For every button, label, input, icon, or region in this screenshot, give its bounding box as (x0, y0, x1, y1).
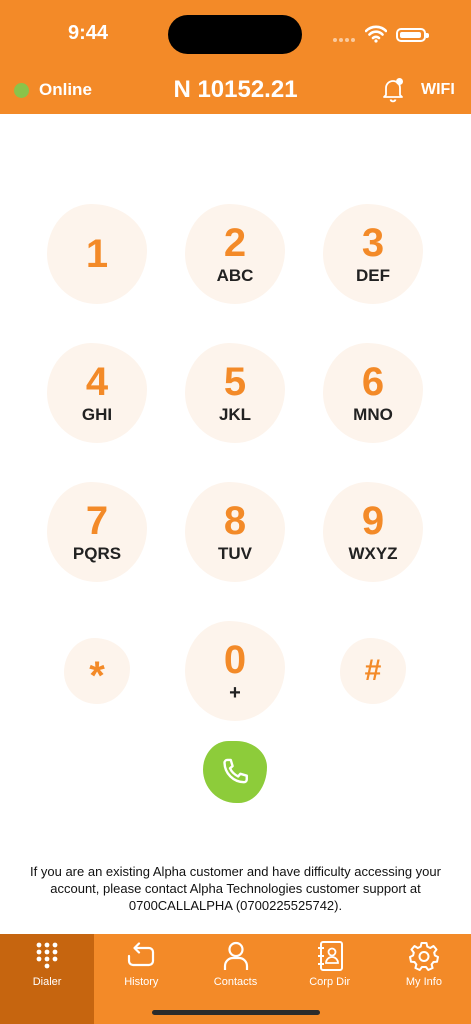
key-digit: 6 (361, 360, 385, 404)
history-icon (128, 942, 155, 967)
key-letters: PQRS (72, 544, 122, 563)
tab-label: History (124, 976, 159, 988)
key-digit: 3 (361, 221, 385, 265)
key-letters: DEF (356, 266, 390, 285)
key-digit: # (364, 654, 382, 687)
key-digit: * (89, 654, 105, 698)
directory-icon (317, 941, 343, 971)
signal-icon (333, 38, 355, 42)
key-digit: 1 (85, 232, 109, 276)
key-letters: ABC (216, 266, 254, 285)
key-digit: 0 (223, 638, 247, 682)
person-icon (223, 941, 248, 970)
dynamic-island (168, 15, 302, 54)
status-time: 9:44 (68, 22, 109, 44)
key-digit: 5 (223, 360, 247, 404)
dialpad-icon (36, 942, 58, 969)
key-1[interactable]: 1 (47, 204, 147, 304)
tab-label: My Info (405, 976, 442, 988)
key-digit: 7 (85, 499, 109, 543)
gear-icon (408, 942, 439, 971)
key-digit: 2 (223, 221, 247, 265)
header: 9:44 Online N 10152.21 WIFI (0, 0, 471, 114)
tab-label: Corp Dir (309, 976, 351, 988)
key-letters: GHI (81, 405, 113, 424)
key-letters: TUV (218, 544, 252, 563)
key-9[interactable]: 9 WXYZ (323, 482, 423, 582)
key-8[interactable]: 8 TUV (185, 482, 285, 582)
network-label: WIFI (421, 81, 455, 98)
wifi-status-icon (365, 25, 387, 43)
key-2[interactable]: 2 ABC (185, 204, 285, 304)
call-button[interactable] (203, 741, 267, 803)
phone-icon (223, 758, 248, 784)
key-letters: WXYZ (348, 544, 398, 563)
key-6[interactable]: 6 MNO (323, 343, 423, 443)
key-3[interactable]: 3 DEF (323, 204, 423, 304)
key-hash[interactable]: # (340, 638, 406, 704)
tab-label: Contacts (213, 976, 258, 988)
key-digit: 4 (85, 360, 109, 404)
key-7[interactable]: 7 PQRS (47, 482, 147, 582)
key-letters: + (229, 682, 241, 704)
tab-my-info[interactable]: My Info (377, 934, 471, 1024)
key-star[interactable]: * (64, 638, 130, 704)
tab-dialer[interactable]: Dialer (0, 934, 95, 1024)
key-letters: JKL (218, 405, 252, 424)
key-4[interactable]: 4 GHI (47, 343, 147, 443)
key-digit: 9 (361, 499, 385, 543)
bell-icon[interactable] (381, 77, 405, 103)
key-0[interactable]: 0 + (185, 621, 285, 721)
key-digit: 8 (223, 499, 247, 543)
key-letters: MNO (353, 405, 393, 424)
tab-label: Dialer (32, 976, 62, 988)
support-notice: If you are an existing Alpha customer an… (30, 864, 441, 913)
home-indicator (152, 1010, 320, 1015)
battery-icon (396, 28, 429, 42)
key-5[interactable]: 5 JKL (185, 343, 285, 443)
